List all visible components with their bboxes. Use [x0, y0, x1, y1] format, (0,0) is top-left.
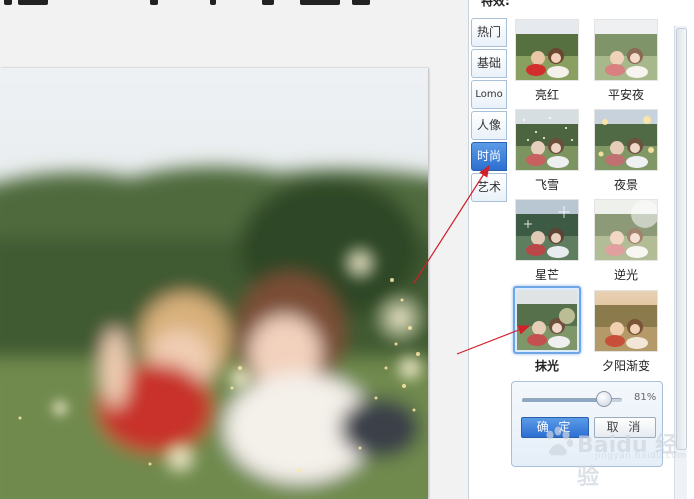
effect-item-night-scene[interactable]: 夜景 — [589, 109, 663, 193]
effect-item-sunset-gradient[interactable]: 夕阳渐变 — [589, 290, 663, 374]
effect-item-backlight[interactable]: 逆光 — [589, 199, 663, 283]
effect-item-starburst[interactable]: 星芒 — [510, 199, 584, 283]
slider-fill — [522, 399, 603, 402]
preview-photo[interactable] — [0, 68, 428, 499]
slider-value: 81% — [634, 392, 657, 403]
effect-thumbnail[interactable] — [594, 199, 658, 261]
tab-portrait[interactable]: 人像 — [471, 111, 507, 140]
effect-label: 抹光 — [534, 359, 559, 373]
panel-title: 特效: — [481, 0, 510, 8]
slider-handle[interactable] — [596, 391, 612, 407]
effect-label: 亮红 — [534, 88, 559, 102]
canvas-area — [0, 0, 468, 499]
tab-art[interactable]: 艺术 — [471, 173, 507, 202]
effect-label: 夕阳渐变 — [601, 359, 650, 373]
effect-label: 星芒 — [534, 268, 559, 282]
effect-item-smear-light[interactable]: 抹光 — [510, 286, 584, 374]
effect-thumbnail[interactable] — [515, 19, 579, 81]
effect-label: 夜景 — [613, 178, 638, 192]
watermark-domain: jingyan.baidu.com — [595, 451, 687, 461]
effect-thumbnail[interactable] — [594, 109, 658, 171]
effect-thumbnail[interactable] — [513, 286, 581, 354]
effect-label: 飞雪 — [534, 178, 559, 192]
effect-label: 平安夜 — [607, 88, 644, 102]
effect-thumbnail[interactable] — [594, 290, 658, 352]
baidu-watermark: Baidu 经验 jingyan.baidu.com — [537, 417, 687, 490]
effect-item-silent-night[interactable]: 平安夜 — [589, 19, 663, 103]
cropped-toolbar-text — [0, 0, 468, 14]
scrollbar-thumb[interactable] — [676, 28, 687, 450]
tab-basic[interactable]: 基础 — [471, 49, 507, 78]
effect-item-snow[interactable]: 飞雪 — [510, 109, 584, 193]
effect-thumbnail[interactable] — [594, 19, 658, 81]
effect-thumbnail[interactable] — [515, 199, 579, 261]
effect-item-bright-red[interactable]: 亮红 — [510, 19, 584, 103]
tab-lomo[interactable]: Lomo — [471, 80, 507, 109]
tab-fashion[interactable]: 时尚 — [471, 142, 507, 171]
effect-label: 逆光 — [613, 268, 638, 282]
paw-icon — [546, 426, 573, 456]
tab-hot[interactable]: 热门 — [471, 18, 507, 47]
effect-thumbnail[interactable] — [515, 109, 579, 171]
